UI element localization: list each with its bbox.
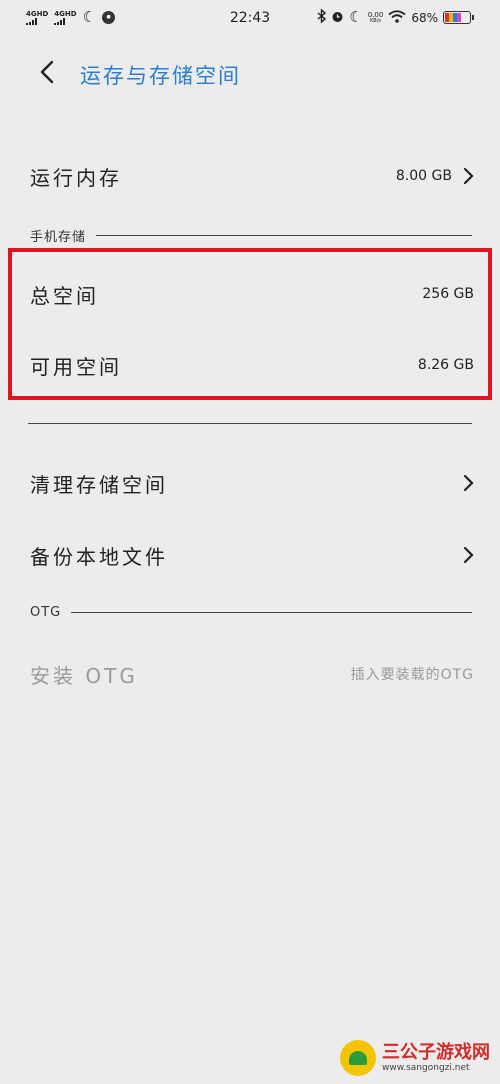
chevron-right-icon [463,167,474,185]
wifi-icon [388,9,406,26]
battery-cap [472,15,474,20]
chevron-right-icon [463,546,474,564]
watermark-text: 三公子游戏网 [382,1041,490,1063]
header: 运存与存储空间 [0,50,500,95]
battery-percent: 68% [411,10,438,25]
page-title: 运存与存储空间 [80,64,241,88]
section-divider [96,235,472,236]
android-logo-icon [340,1040,376,1076]
status-bar: 4GHD 4GHD ☾ ● 22:43 ☾ 0.00 KB/s 68% [0,0,500,36]
total-space-label: 总空间 [30,283,99,308]
battery-icon [443,11,471,24]
clean-storage-label: 清理存储空间 [30,472,168,497]
status-right: ☾ 0.00 KB/s 68% [317,8,474,26]
phone-storage-section-header: 手机存储 [30,226,472,245]
total-space-row: 总空间 256 GB [30,276,474,312]
watermark: 三公子游戏网 www.sangongzi.net [340,1040,490,1076]
clean-storage-row[interactable]: 清理存储空间 [30,465,474,501]
install-otg-row: 安装 OTG 插入要装载的OTG [30,656,474,692]
section-divider [71,612,472,613]
section-label: 手机存储 [30,230,87,245]
install-otg-label: 安装 OTG [30,663,138,688]
ram-value-group: 8.00 GB [396,167,474,185]
total-space-value: 256 GB [422,286,474,302]
backup-files-label: 备份本地文件 [30,544,168,569]
section-label: OTG [30,605,62,620]
backup-files-row[interactable]: 备份本地文件 [30,537,474,573]
alarm-icon [331,10,344,26]
ram-label: 运行内存 [30,165,122,190]
otg-section-header: OTG [30,605,472,620]
available-space-value: 8.26 GB [417,357,474,373]
bluetooth-icon [317,8,327,26]
do-not-disturb-icon: ☾ [349,8,363,26]
network-speed: 0.00 KB/s [368,11,384,24]
available-space-label: 可用空间 [30,354,122,379]
watermark-url: www.sangongzi.net [382,1062,470,1073]
network-speed-unit: KB/s [370,18,382,24]
back-arrow-icon[interactable] [36,60,60,84]
chevron-right-icon [463,474,474,492]
divider [28,423,472,424]
available-space-row: 可用空间 8.26 GB [30,347,474,383]
ram-row[interactable]: 运行内存 8.00 GB [30,158,474,194]
install-otg-hint: 插入要装载的OTG [350,667,474,683]
ram-value: 8.00 GB [395,168,452,184]
